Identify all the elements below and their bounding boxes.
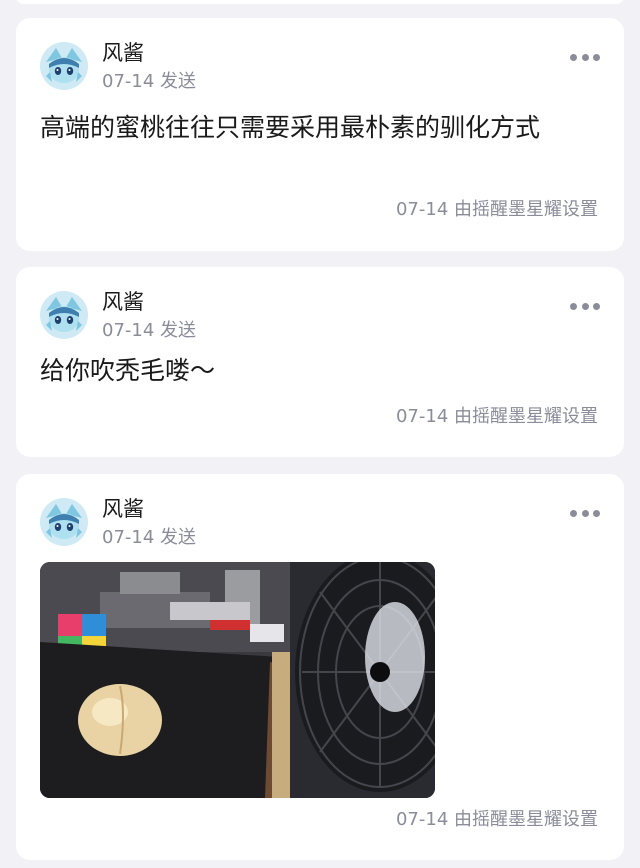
username[interactable]: 风酱 (102, 496, 144, 522)
post-footer: 07-14 由摇醒墨星耀设置 (395, 809, 598, 830)
post-footer: 07-14 由摇醒墨星耀设置 (395, 406, 598, 427)
post-text: 给你吹秃毛喽～ (40, 356, 216, 385)
post-card: 风酱 07-14 发送 给你吹秃毛喽～ 07-14 由摇醒墨星耀设置 (16, 267, 624, 457)
post-card: 风酱 07-14 发送 07-14 由摇醒墨星耀设置 (16, 474, 624, 860)
username[interactable]: 风酱 (102, 289, 144, 315)
post-time: 07-14 发送 (102, 320, 197, 341)
more-options-icon[interactable] (570, 301, 600, 311)
post-card: 风酱 07-14 发送 高端的蜜桃往往只需要采用最朴素的驯化方式 07-14 由… (16, 18, 624, 251)
previous-card-edge (16, 0, 624, 4)
post-footer: 07-14 由摇醒墨星耀设置 (395, 199, 598, 220)
more-options-icon[interactable] (570, 52, 600, 62)
avatar[interactable] (40, 42, 88, 90)
post-time: 07-14 发送 (102, 527, 197, 548)
post-time: 07-14 发送 (102, 71, 197, 92)
more-options-icon[interactable] (570, 508, 600, 518)
avatar[interactable] (40, 291, 88, 339)
post-text: 高端的蜜桃往往只需要采用最朴素的驯化方式 (40, 113, 541, 142)
username[interactable]: 风酱 (102, 40, 144, 66)
post-photo[interactable] (40, 562, 435, 798)
avatar[interactable] (40, 498, 88, 546)
